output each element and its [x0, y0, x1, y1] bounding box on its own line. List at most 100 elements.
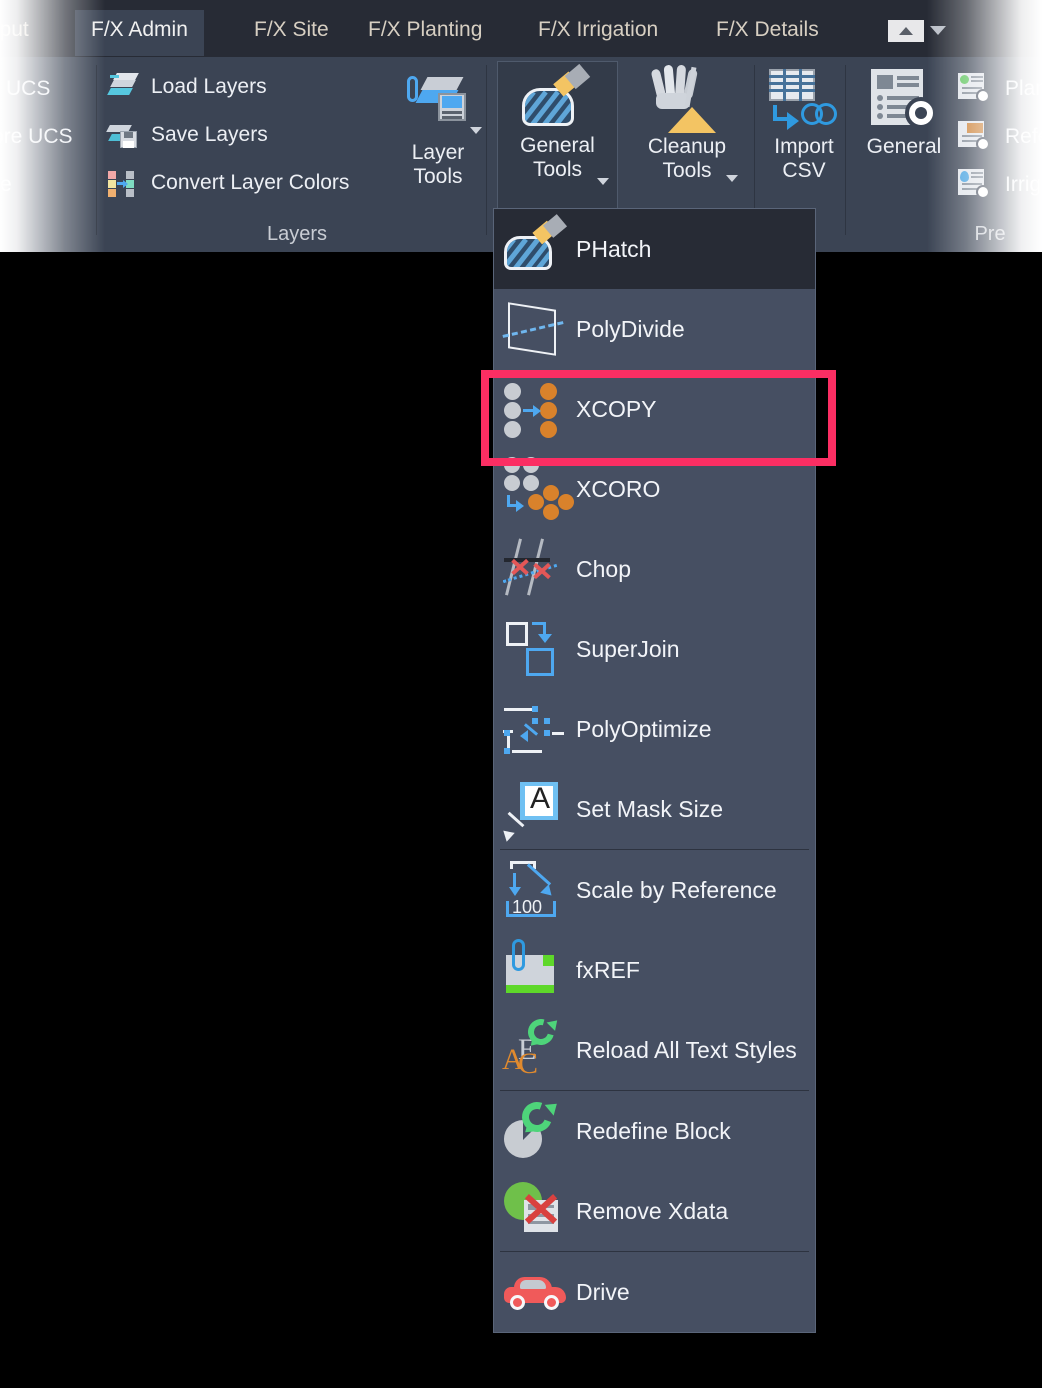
menu-item-label: Set Mask Size: [576, 795, 723, 822]
set-mask-size-icon: A: [499, 776, 570, 842]
menu-item-label: PHatch: [576, 235, 652, 262]
reference-preferences-icon: [958, 121, 992, 153]
layer-tools-button[interactable]: Layer Tools: [398, 71, 482, 188]
save-layers-label: Save Layers: [151, 123, 268, 146]
menu-item-label: Redefine Block: [576, 1117, 731, 1144]
general-tools-label-line2: Tools: [532, 157, 583, 181]
convert-layer-colors-icon: [108, 169, 138, 197]
convert-layer-colors-button[interactable]: Convert Layer Colors: [108, 169, 349, 197]
irrigation-preferences-icon: [958, 169, 992, 201]
load-layers-label: Load Layers: [151, 75, 267, 98]
panel-divider: [486, 65, 487, 235]
chevron-down-icon[interactable]: [597, 178, 609, 185]
tab-output[interactable]: utput: [0, 10, 45, 56]
menu-item-label: PolyDivide: [576, 315, 685, 342]
menu-item-reload-text-styles[interactable]: A E C Reload All Text Styles: [494, 1010, 815, 1090]
save-layers-icon: [106, 121, 138, 149]
menu-item-set-mask-size[interactable]: A Set Mask Size: [494, 769, 815, 849]
tab-label: F/X Irrigation: [538, 18, 659, 41]
import-csv-label-line1: Import: [774, 135, 834, 158]
general-preferences-label: General: [866, 135, 942, 158]
menu-item-superjoin[interactable]: SuperJoin: [494, 609, 815, 689]
planting-preferences-icon: [958, 73, 992, 105]
fxref-icon: [502, 937, 570, 1003]
clipped-item-ucs[interactable]: UCS: [6, 77, 50, 101]
menu-item-phatch[interactable]: PHatch: [494, 209, 815, 289]
cleanup-tools-label-line2: Tools: [662, 158, 712, 182]
menu-item-label: Chop: [576, 555, 631, 582]
menu-item-chop[interactable]: Chop: [494, 529, 815, 609]
phatch-icon: [502, 214, 570, 282]
menu-item-drive[interactable]: Drive: [494, 1252, 815, 1332]
chevron-down-icon[interactable]: [930, 26, 946, 35]
general-preferences-button[interactable]: General: [858, 67, 950, 159]
screenshot-root: utput F/X Admin F/X Site F/X Planting F/…: [0, 0, 1042, 1388]
reference-preferences-label: Refe: [1005, 125, 1042, 148]
remove-xdata-icon: [502, 1178, 570, 1244]
chevron-down-icon[interactable]: [470, 127, 482, 134]
planting-preferences-label: Plan: [1005, 77, 1042, 100]
menu-item-label: Reload All Text Styles: [576, 1036, 797, 1063]
tab-fx-irrigation[interactable]: F/X Irrigation: [522, 10, 674, 56]
drive-icon: [502, 1259, 570, 1325]
clipped-item-e[interactable]: e: [0, 173, 12, 197]
layer-tools-label-line2: Tools: [413, 164, 463, 188]
tab-fx-details[interactable]: F/X Details: [700, 10, 835, 56]
tab-label: F/X Details: [716, 18, 819, 41]
menu-item-remove-xdata[interactable]: Remove Xdata: [494, 1171, 815, 1251]
tab-label: utput: [0, 18, 29, 41]
panel-divider: [96, 65, 97, 235]
cleanup-tools-button[interactable]: Cleanup Tools: [628, 64, 746, 182]
polydivide-icon: [502, 296, 570, 362]
menu-item-xcopy[interactable]: XCOPY: [494, 369, 815, 449]
panel-title-layers: Layers: [266, 223, 328, 245]
menu-item-label: Drive: [576, 1278, 630, 1305]
import-csv-button[interactable]: Import CSV: [762, 67, 846, 182]
irrigation-preferences-button[interactable]: Irrig: [958, 169, 1041, 201]
tab-fx-planting[interactable]: F/X Planting: [352, 10, 498, 56]
general-tools-button[interactable]: General Tools: [497, 61, 618, 213]
general-preferences-icon: [867, 67, 941, 135]
menu-item-scale-by-reference[interactable]: 100 Scale by Reference: [494, 850, 815, 930]
tab-fx-site[interactable]: F/X Site: [238, 10, 345, 56]
xcopy-icon: [502, 376, 570, 442]
load-layers-button[interactable]: Load Layers: [107, 73, 267, 101]
import-csv-icon: [767, 67, 841, 135]
menu-item-polyoptimize[interactable]: PolyOptimize: [494, 689, 815, 769]
reference-preferences-button[interactable]: Refe: [958, 121, 1042, 153]
cleanup-tools-icon: [650, 64, 722, 135]
save-layers-button[interactable]: Save Layers: [106, 121, 268, 149]
chevron-down-icon[interactable]: [726, 175, 738, 182]
cleanup-tools-label-line1: Cleanup: [647, 135, 727, 158]
tab-label: F/X Site: [254, 18, 329, 41]
tab-fx-admin[interactable]: F/X Admin: [75, 10, 204, 56]
scale-by-reference-icon: 100: [502, 857, 570, 923]
convert-layer-colors-label: Convert Layer Colors: [151, 171, 350, 194]
menu-item-label: XCORO: [576, 475, 661, 502]
menu-item-fxref[interactable]: fxREF: [494, 930, 815, 1010]
clipped-item-store-ucs[interactable]: ore UCS: [0, 125, 73, 149]
planting-preferences-button[interactable]: Plan: [958, 73, 1042, 105]
tab-label: F/X Admin: [91, 18, 188, 41]
general-tools-dropdown: PHatch PolyDivide XCOPY XCORO Chop Super…: [493, 208, 816, 1333]
menu-item-label: Remove Xdata: [576, 1197, 729, 1224]
minimize-ribbon-button[interactable]: [888, 20, 924, 42]
chop-icon: [502, 536, 570, 602]
load-layers-icon: [107, 73, 139, 101]
general-tools-icon: [520, 63, 596, 134]
clipped-item-label: e: [0, 173, 12, 196]
tab-label: F/X Planting: [368, 18, 483, 41]
menu-item-polydivide[interactable]: PolyDivide: [494, 289, 815, 369]
chevron-up-icon: [899, 27, 913, 35]
polyoptimize-icon: [502, 696, 570, 762]
menu-item-label: SuperJoin: [576, 635, 680, 662]
reload-text-styles-icon: A E C: [502, 1014, 570, 1083]
menu-item-xcoro[interactable]: XCORO: [494, 449, 815, 529]
menu-item-redefine-block[interactable]: Redefine Block: [494, 1091, 815, 1171]
redefine-block-icon: [502, 1097, 570, 1164]
import-csv-label-line2: CSV: [782, 158, 826, 182]
layer-tools-icon: [405, 71, 471, 141]
clipped-item-label: UCS: [6, 77, 51, 100]
menu-item-label: XCOPY: [576, 395, 657, 422]
xcoro-icon: [502, 456, 574, 522]
